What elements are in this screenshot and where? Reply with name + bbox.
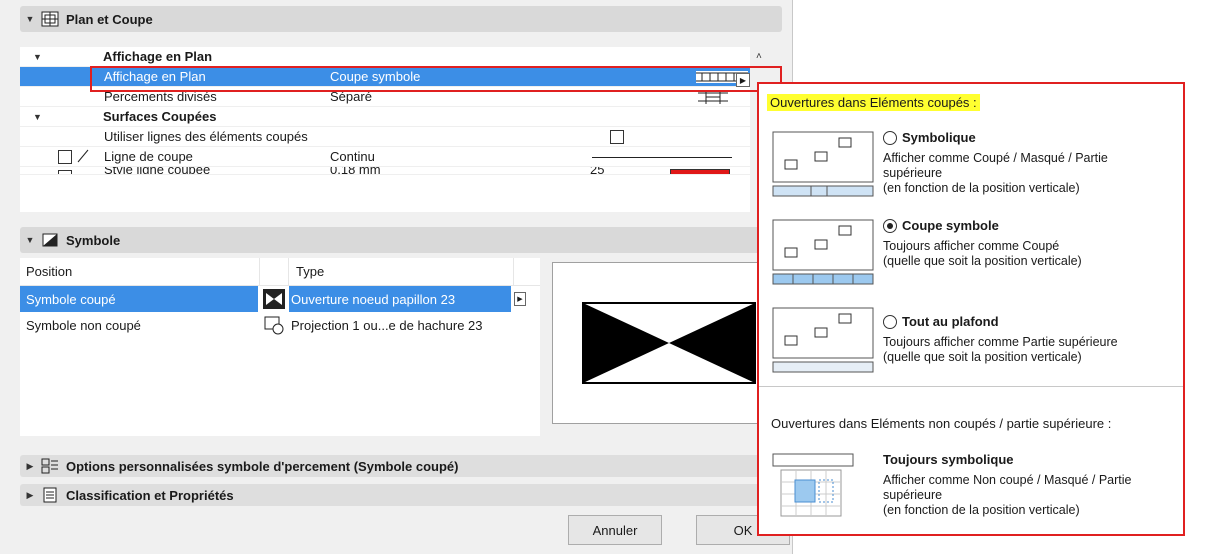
collapse-triangle-icon[interactable]: ▼	[20, 14, 40, 24]
projection-symbol-icon	[260, 312, 288, 338]
option-title: Coupe symbole	[902, 218, 999, 233]
expand-triangle-icon[interactable]: ▶	[20, 490, 40, 501]
scroll-up-icon[interactable]: ˄	[756, 51, 762, 62]
section-title: Options personnalisées symbole d'perceme…	[66, 458, 459, 474]
symbol-row[interactable]: Symbole coupé Ouverture noeud papillon 2…	[20, 286, 540, 312]
option-description: Afficher comme Non coupé / Masqué / Part…	[883, 473, 1132, 517]
symbol-type: Ouverture noeud papillon 23	[289, 286, 511, 312]
symbol-type: Projection 1 ou...e de hachure 23	[291, 317, 483, 333]
options-section-icon	[40, 458, 60, 474]
property-value: 0,18 mm	[330, 167, 381, 175]
symbol-table: Position Type Symbole coupé Ouverture no…	[20, 258, 540, 436]
property-row-cut-line[interactable]: Ligne de coupe Continu	[20, 147, 750, 167]
section-classification[interactable]: ▶ Classification et Propriétés	[20, 484, 782, 506]
property-row-cut-line-style[interactable]: Style ligne coupée 0,18 mm 25	[20, 167, 750, 175]
group-row[interactable]: ▼ Surfaces Coupées	[20, 107, 750, 127]
property-label: Style ligne coupée	[104, 167, 211, 175]
radio-button[interactable]	[883, 130, 897, 145]
divider	[759, 386, 1183, 387]
section-title: Classification et Propriétés	[66, 487, 234, 503]
expand-triangle-icon[interactable]: ▶	[20, 461, 40, 472]
split-openings-icon	[696, 87, 730, 107]
symbolic-thumbnail-icon	[771, 130, 877, 200]
pen-color-swatch[interactable]	[670, 169, 730, 174]
option-description: Toujours afficher comme Coupé (quelle qu…	[883, 239, 1082, 268]
settings-dialog: ▼ Plan et Coupe ▼ Affichage en Plan Affi…	[0, 0, 793, 554]
row-checkbox[interactable]	[58, 170, 72, 174]
property-row-use-cut-lines[interactable]: Utiliser lignes des éléments coupés	[20, 127, 750, 147]
cancel-button[interactable]: Annuler	[568, 515, 662, 545]
pen-number: 25	[590, 167, 605, 175]
bowtie-symbol-icon	[260, 286, 288, 312]
section-title: Symbole	[66, 232, 121, 248]
radio-button-selected[interactable]	[883, 218, 897, 233]
bowtie-preview-icon	[582, 302, 756, 384]
property-value: Séparé	[330, 89, 372, 104]
property-label: Percements divisés	[104, 89, 217, 104]
symbol-row[interactable]: Symbole non coupé Projection 1 ou...e de…	[20, 312, 540, 338]
symbol-position: Symbole coupé	[20, 286, 258, 312]
radio-button[interactable]	[883, 314, 897, 329]
collapse-triangle-icon[interactable]: ▼	[33, 112, 42, 122]
collapse-triangle-icon[interactable]: ▼	[33, 52, 42, 62]
symbol-arrow-icon[interactable]: ▶	[513, 286, 527, 312]
cut-openings-popup: Ouvertures dans Eléments coupés : Symbol…	[757, 82, 1185, 536]
section-options[interactable]: ▶ Options personnalisées symbole d'perce…	[20, 455, 782, 477]
line-tool-icon	[76, 148, 90, 167]
popup-arrow-icon[interactable]: ▶	[736, 73, 750, 87]
property-row-affichage[interactable]: Affichage en Plan Coupe symbole	[20, 67, 750, 87]
group-label: Surfaces Coupées	[103, 109, 217, 124]
symbol-position: Symbole non coupé	[26, 317, 141, 333]
collapse-triangle-icon[interactable]: ▼	[20, 235, 40, 245]
property-row-percements[interactable]: Percements divisés Séparé	[20, 87, 750, 107]
section-title: Plan et Coupe	[66, 11, 153, 27]
property-value: Continu	[330, 149, 375, 164]
property-label: Ligne de coupe	[104, 149, 193, 164]
option-title: Toujours symbolique	[883, 452, 1014, 467]
classification-section-icon	[40, 487, 60, 503]
plan-section-icon	[40, 11, 60, 27]
property-label: Utiliser lignes des éléments coupés	[104, 129, 308, 144]
symbol-table-header: Position Type	[20, 258, 540, 286]
section-symbole[interactable]: ▼ Symbole	[20, 227, 782, 253]
symbol-preview	[552, 262, 787, 424]
popup-heading-2: Ouvertures dans Eléments non coupés / pa…	[771, 416, 1112, 431]
cut-symbol-thumbnail-icon	[771, 218, 877, 288]
popup-heading: Ouvertures dans Eléments coupés :	[767, 94, 980, 111]
properties-table: ▼ Affichage en Plan Affichage en Plan Co…	[20, 47, 750, 212]
column-header-type[interactable]: Type	[294, 258, 516, 285]
use-cut-lines-checkbox[interactable]	[610, 130, 624, 144]
option-description: Toujours afficher comme Partie supérieur…	[883, 335, 1118, 364]
group-row[interactable]: ▼ Affichage en Plan	[20, 47, 750, 67]
section-plan-coupe[interactable]: ▼ Plan et Coupe	[20, 6, 782, 32]
property-value: Coupe symbole	[330, 69, 421, 84]
row-checkbox[interactable]	[58, 150, 72, 164]
group-label: Affichage en Plan	[103, 49, 213, 64]
symbol-section-icon	[40, 232, 60, 248]
option-title: Tout au plafond	[902, 314, 999, 329]
all-ceiling-thumbnail-icon	[771, 306, 877, 376]
line-type-preview	[592, 157, 732, 158]
option-title: Symbolique	[902, 130, 976, 145]
column-header-position[interactable]: Position	[20, 258, 258, 285]
uncut-thumbnail-icon	[771, 452, 877, 522]
property-label: Affichage en Plan	[104, 69, 206, 84]
option-description: Afficher comme Coupé / Masqué / Partie s…	[883, 151, 1108, 195]
